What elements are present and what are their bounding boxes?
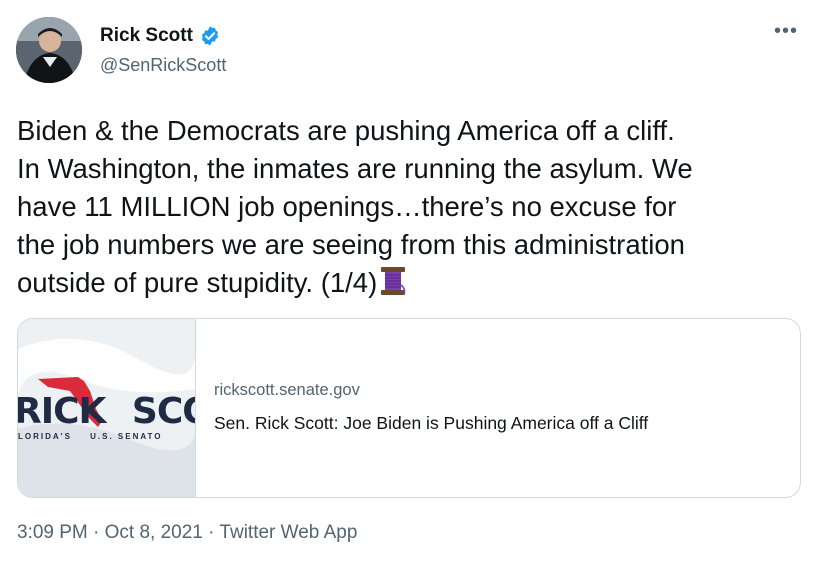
- card-logo: RICK SCOTT: [18, 391, 195, 432]
- author-handle[interactable]: @SenRickScott: [100, 55, 226, 76]
- card-logo-sub-right: U.S. SENATO: [90, 432, 163, 441]
- avatar-image: [16, 17, 82, 83]
- avatar[interactable]: [16, 17, 82, 83]
- tweet-metadata[interactable]: 3:09 PM · Oct 8, 2021 · Twitter Web App: [17, 522, 357, 544]
- card-logo-right: SCOTT: [131, 391, 195, 432]
- author-name-row[interactable]: Rick Scott: [100, 25, 221, 47]
- card-title: Sen. Rick Scott: Joe Biden is Pushing Am…: [214, 413, 649, 433]
- tweet-text: Biden & the Democrats are pushing Americ…: [17, 112, 807, 307]
- card-logo-sub: LORIDA'S U.S. SENATO: [18, 432, 195, 441]
- verified-badge-icon: [199, 25, 221, 47]
- card-thumbnail: RICK SCOTT LORIDA'S U.S. SENATO: [18, 319, 196, 497]
- link-preview-card[interactable]: RICK SCOTT LORIDA'S U.S. SENATO rickscot…: [17, 318, 801, 498]
- spool-of-thread-icon: [379, 265, 407, 307]
- card-body[interactable]: rickscott.senate.gov Sen. Rick Scott: Jo…: [196, 319, 648, 497]
- card-logo-sub-left: LORIDA'S: [18, 432, 72, 441]
- card-logo-left: RICK: [18, 391, 106, 432]
- tweet-body: Biden & the Democrats are pushing Americ…: [17, 115, 693, 298]
- author-display-name[interactable]: Rick Scott: [100, 25, 193, 47]
- card-domain: rickscott.senate.gov: [214, 381, 360, 399]
- more-options-icon[interactable]: •••: [774, 21, 798, 41]
